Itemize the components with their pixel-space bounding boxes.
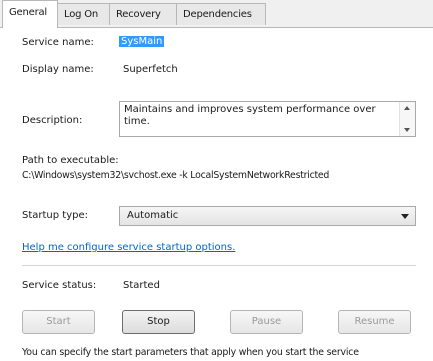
start-button[interactable]: Start xyxy=(22,310,95,334)
description-scrollbar[interactable] xyxy=(399,102,415,136)
description-label: Description: xyxy=(22,115,83,126)
display-name-label: Display name: xyxy=(22,64,94,75)
tab-general[interactable]: General xyxy=(2,0,58,28)
description-field[interactable]: Maintains and improves system performanc… xyxy=(119,101,416,137)
startup-type-label: Startup type: xyxy=(22,210,89,221)
pause-button[interactable]: Pause xyxy=(230,310,303,334)
description-text: Maintains and improves system performanc… xyxy=(124,104,376,127)
service-status-value: Started xyxy=(123,280,160,291)
divider xyxy=(22,265,416,266)
stop-button[interactable]: Stop xyxy=(122,310,195,334)
path-label: Path to executable: xyxy=(22,155,119,166)
chevron-down-icon[interactable] xyxy=(401,214,409,219)
path-value[interactable]: C:\Windows\system32\svchost.exe -k Local… xyxy=(22,170,329,181)
service-name-label: Service name: xyxy=(22,37,94,48)
scroll-up-icon[interactable] xyxy=(404,106,410,110)
startup-type-value: Automatic xyxy=(127,210,179,221)
service-name-value[interactable]: SysMain xyxy=(119,36,165,47)
tab-recovery[interactable]: Recovery xyxy=(109,3,177,25)
scroll-down-icon[interactable] xyxy=(404,128,410,132)
resume-button[interactable]: Resume xyxy=(338,310,411,334)
display-name-value[interactable]: Superfetch xyxy=(123,64,178,75)
tab-strip: General Log On Recovery Dependencies xyxy=(0,0,433,28)
help-configure-link[interactable]: Help me configure service startup option… xyxy=(22,242,235,253)
tab-dependencies[interactable]: Dependencies xyxy=(176,3,266,25)
footer-text: You can specify the start parameters tha… xyxy=(22,347,359,358)
service-status-label: Service status: xyxy=(22,280,97,291)
tab-log-on[interactable]: Log On xyxy=(57,3,110,25)
general-panel: Service name: SysMain Display name: Supe… xyxy=(0,27,433,361)
startup-type-select[interactable]: Automatic xyxy=(119,206,416,226)
